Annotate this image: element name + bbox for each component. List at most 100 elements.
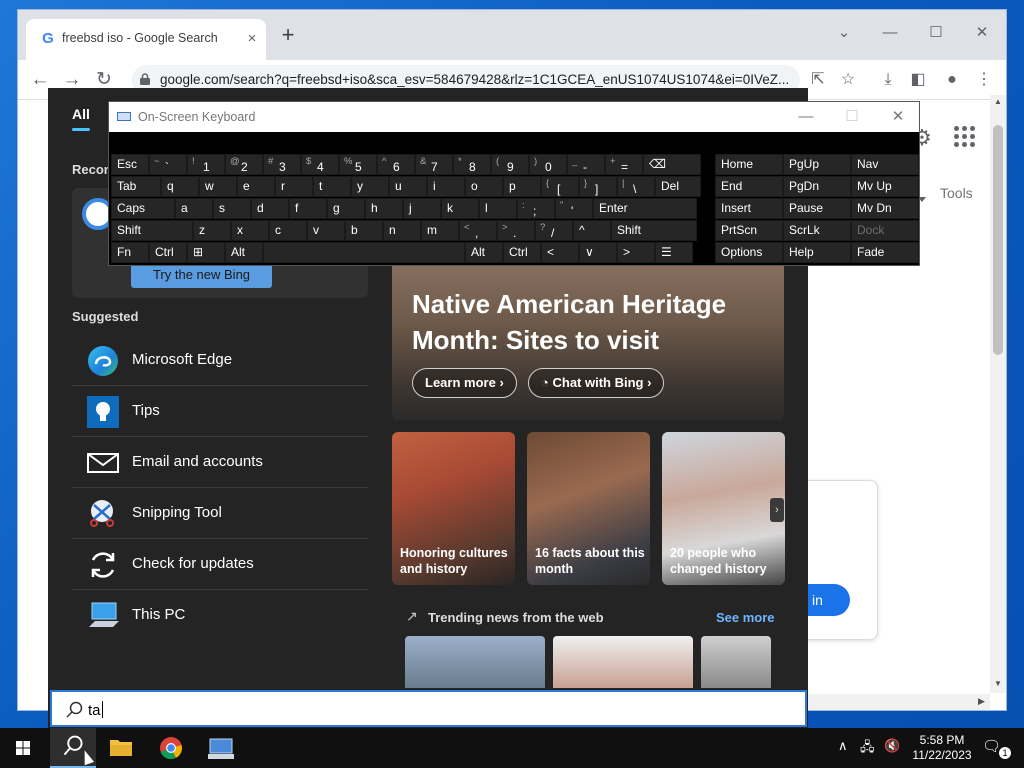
volume-muted-icon[interactable]: 🔇 — [884, 738, 900, 754]
osk-key-prtscn[interactable]: PrtScn — [715, 220, 783, 241]
osk-key-d[interactable]: d — [251, 198, 289, 219]
scroll-right-arrow-icon[interactable]: ▶ — [978, 696, 985, 707]
news-card[interactable]: 20 people who changed history — [662, 432, 785, 585]
osk-key-pgdn[interactable]: PgDn — [783, 176, 851, 197]
osk-key-x[interactable]: x — [231, 220, 269, 241]
start-search-box[interactable]: ta — [50, 690, 807, 727]
chat-with-bing-button[interactable]: ◔ Chat with Bing › — [528, 368, 665, 398]
osk-key-scrlk[interactable]: ScrLk — [783, 220, 851, 241]
download-icon[interactable]: ⤓ — [874, 66, 902, 94]
osk-key-⊞[interactable]: ⊞ — [187, 242, 225, 263]
osk-key-u[interactable]: u — [389, 176, 427, 197]
osk-key-☰[interactable]: ☰ — [655, 242, 693, 263]
osk-key-m[interactable]: m — [421, 220, 459, 241]
share-icon[interactable]: ⇱ — [804, 66, 832, 94]
tools-link[interactable]: Tools — [940, 185, 973, 201]
vertical-scrollbar[interactable]: ▲ ▼ — [990, 95, 1006, 693]
trending-thumbnail[interactable] — [701, 636, 771, 688]
osk-key-n[interactable]: n — [383, 220, 421, 241]
osk-key-fn[interactable]: Fn — [111, 242, 149, 263]
osk-key-<[interactable]: < — [541, 242, 579, 263]
osk-key-l[interactable]: l — [479, 198, 517, 219]
google-apps-icon[interactable] — [954, 126, 976, 148]
osk-key-fade[interactable]: Fade — [851, 242, 919, 263]
chevron-up-icon[interactable]: ∧ — [838, 738, 848, 754]
osk-key-mv-up[interactable]: Mv Up — [851, 176, 919, 197]
osk-key-e[interactable]: e — [237, 176, 275, 197]
close-window-button[interactable]: ✕ — [962, 18, 1002, 48]
osk-close-button[interactable]: ✕ — [883, 108, 913, 126]
bookmark-star-icon[interactable]: ☆ — [834, 66, 862, 94]
osk-taskbar-button[interactable] — [198, 728, 244, 768]
maximize-button[interactable]: ☐ — [916, 18, 956, 48]
osk-key-.[interactable]: >. — [497, 220, 535, 241]
osk-key--[interactable]: _ - — [567, 154, 605, 175]
osk-key-7[interactable]: & 7 — [415, 154, 453, 175]
trending-thumbnail[interactable] — [553, 636, 693, 688]
osk-key-w[interactable]: w — [199, 176, 237, 197]
clock[interactable]: 5:58 PM 11/22/2023 — [904, 733, 980, 763]
osk-key-f[interactable]: f — [289, 198, 327, 219]
osk-key-pgup[interactable]: PgUp — [783, 154, 851, 175]
osk-key-9[interactable]: (9 — [491, 154, 529, 175]
osk-key-][interactable]: }] — [579, 176, 617, 197]
close-tab-icon[interactable]: × — [242, 29, 262, 49]
side-panel-icon[interactable]: ◧ — [904, 66, 932, 94]
osk-minimize-button[interactable]: — — [791, 108, 821, 126]
osk-key-6[interactable]: ^ 6 — [377, 154, 415, 175]
search-input[interactable]: ta — [88, 701, 103, 719]
osk-key-0[interactable]: ) 0 — [529, 154, 567, 175]
osk-title-bar[interactable]: On-Screen Keyboard — ☐ ✕ — [109, 102, 919, 132]
osk-key-∨[interactable]: ∨ — [579, 242, 617, 263]
osk-key-pause[interactable]: Pause — [783, 198, 851, 219]
osk-key-^[interactable]: ^ — [573, 220, 611, 241]
osk-key->[interactable]: > — [617, 242, 655, 263]
osk-key-b[interactable]: b — [345, 220, 383, 241]
suggested-item-edge[interactable]: Microsoft Edge — [72, 336, 368, 386]
scroll-up-arrow-icon[interactable]: ▲ — [994, 97, 1002, 106]
osk-key-ctrl[interactable]: Ctrl — [149, 242, 187, 263]
osk-key-h[interactable]: h — [365, 198, 403, 219]
osk-key-caps[interactable]: Caps — [111, 198, 175, 219]
network-icon[interactable]: 🖧 — [860, 738, 875, 760]
osk-key-help[interactable]: Help — [783, 242, 851, 263]
osk-key-o[interactable]: o — [465, 176, 503, 197]
osk-key-⌫[interactable]: ⌫ — [643, 154, 701, 175]
osk-key-i[interactable]: i — [427, 176, 465, 197]
minimize-button[interactable]: — — [870, 18, 910, 48]
osk-key-1[interactable]: ! 1 — [187, 154, 225, 175]
osk-key-shift[interactable]: Shift — [111, 220, 193, 241]
horizontal-scrollbar[interactable]: ▶ — [808, 694, 990, 710]
osk-key-a[interactable]: a — [175, 198, 213, 219]
osk-key-p[interactable]: p — [503, 176, 541, 197]
osk-key-shift[interactable]: Shift — [611, 220, 697, 241]
start-button[interactable] — [0, 728, 46, 768]
osk-key-q[interactable]: q — [161, 176, 199, 197]
osk-key-mv-dn[interactable]: Mv Dn — [851, 198, 919, 219]
osk-key-g[interactable]: g — [327, 198, 365, 219]
news-card[interactable]: 16 facts about this month — [527, 432, 650, 585]
osk-key-insert[interactable]: Insert — [715, 198, 783, 219]
osk-key-space[interactable] — [263, 242, 465, 263]
osk-key-8[interactable]: * 8 — [453, 154, 491, 175]
see-more-link[interactable]: See more — [716, 610, 775, 625]
learn-more-button[interactable]: Learn more › — [412, 368, 517, 398]
osk-key-enter[interactable]: Enter — [593, 198, 697, 219]
tab-all[interactable]: All — [72, 106, 90, 122]
osk-key-`[interactable]: ~ ` — [149, 154, 187, 175]
osk-key-nav[interactable]: Nav — [851, 154, 919, 175]
suggested-item-this-pc[interactable]: This PC — [72, 591, 368, 641]
osk-key-,[interactable]: <, — [459, 220, 497, 241]
osk-key-alt[interactable]: Alt — [465, 242, 503, 263]
hero-card[interactable]: Native American Heritage Month: Sites to… — [392, 258, 784, 420]
osk-key-'[interactable]: " ' — [555, 198, 593, 219]
osk-key-v[interactable]: v — [307, 220, 345, 241]
osk-key-y[interactable]: y — [351, 176, 389, 197]
osk-key-alt[interactable]: Alt — [225, 242, 263, 263]
scrollbar-thumb[interactable] — [993, 125, 1003, 355]
osk-key-[[interactable]: {[ — [541, 176, 579, 197]
osk-key-;[interactable]: :; — [517, 198, 555, 219]
osk-key-del[interactable]: Del — [655, 176, 701, 197]
osk-key-ctrl[interactable]: Ctrl — [503, 242, 541, 263]
osk-key-k[interactable]: k — [441, 198, 479, 219]
